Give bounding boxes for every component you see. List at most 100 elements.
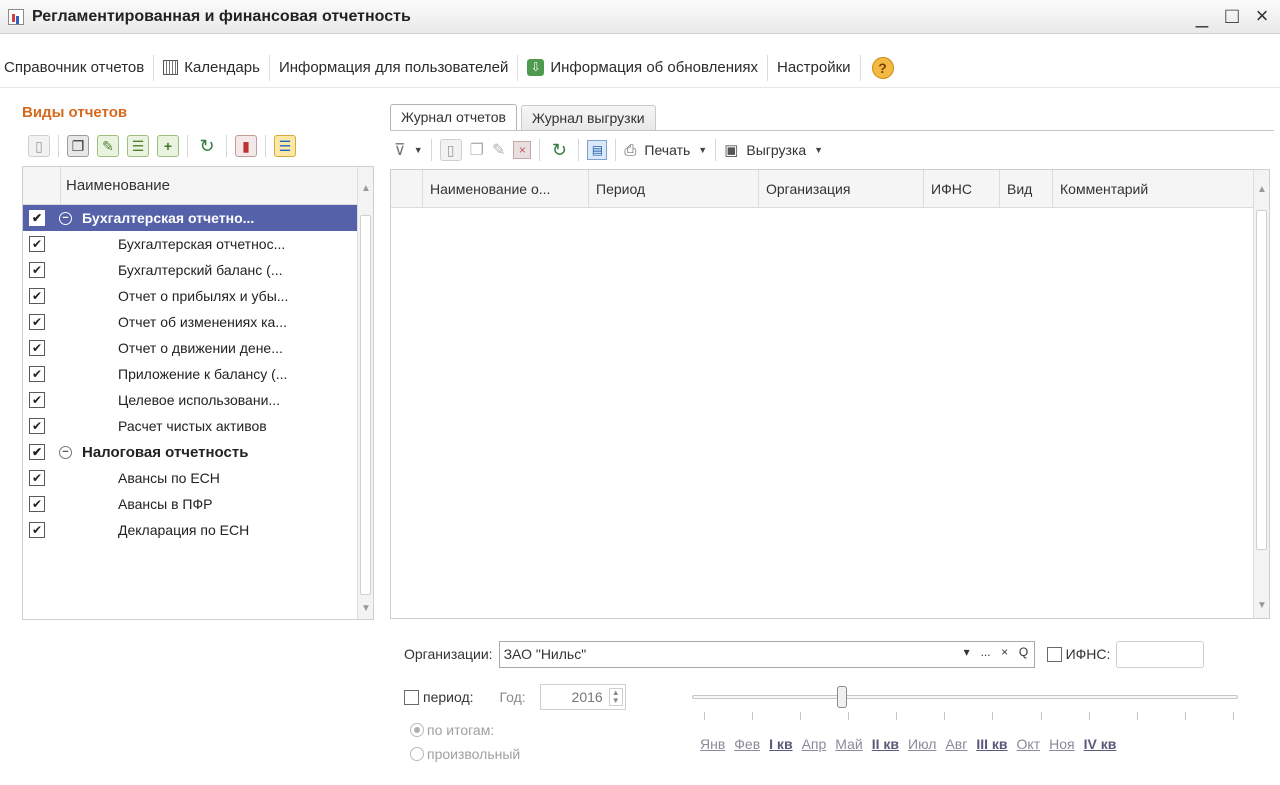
tree-row[interactable]: ✔ Бухгалтерская отчетнос...	[23, 231, 357, 257]
row-checkbox[interactable]: ✔	[29, 366, 45, 382]
delete-report-icon[interactable]: ×	[513, 141, 532, 159]
row-checkbox[interactable]: ✔	[29, 288, 45, 304]
edit-report-icon[interactable]: ✎	[492, 140, 505, 160]
column-header-organization[interactable]: Организация	[759, 170, 924, 207]
year-field[interactable]: 2016 ▲ ▼	[539, 684, 626, 710]
name-column-header[interactable]: Наименование	[61, 177, 170, 194]
quarter-link[interactable]: IV кв	[1084, 736, 1117, 752]
menu-help[interactable]: ?	[861, 55, 903, 81]
row-checkbox[interactable]: ✔	[29, 314, 45, 330]
help-icon[interactable]: ?	[871, 56, 894, 79]
month-link[interactable]: Фев	[734, 736, 760, 752]
show-list-icon[interactable]: ☰	[274, 135, 296, 157]
column-header-comment[interactable]: Комментарий	[1053, 170, 1243, 207]
menu-user-info[interactable]: Информация для пользователей	[270, 54, 519, 81]
dropdown-arrow-icon[interactable]: ▾	[959, 645, 975, 659]
select-ellipsis-button[interactable]: ...	[978, 645, 994, 659]
export-button[interactable]: Выгрузка	[746, 142, 806, 158]
column-header-type[interactable]: Вид	[1000, 170, 1053, 207]
tree-row[interactable]: ✔ Отчет о движении дене...	[23, 335, 357, 361]
row-checkbox[interactable]: ✔	[29, 340, 45, 356]
tab-reports-journal[interactable]: Журнал отчетов	[390, 104, 517, 130]
close-button[interactable]: ×	[1250, 4, 1274, 28]
new-page-icon[interactable]: ▯	[28, 135, 50, 157]
radio-custom[interactable]: произвольный	[410, 742, 520, 766]
row-checkbox[interactable]: ✔	[29, 496, 45, 512]
month-link[interactable]: Май	[835, 736, 862, 752]
period-checkbox[interactable]	[404, 689, 419, 705]
scrollbar-thumb[interactable]	[360, 215, 371, 595]
column-header-name[interactable]: Наименование о...	[423, 170, 589, 207]
radio-totals[interactable]: по итогам:	[410, 718, 520, 742]
tree-row[interactable]: ✔ Авансы по ЕСН	[23, 465, 357, 491]
filter-icon[interactable]: ⊽	[394, 140, 406, 160]
scroll-up-arrow-icon[interactable]: ▲	[1254, 182, 1270, 198]
slider-thumb[interactable]	[837, 686, 847, 708]
tree-list-icon[interactable]: ☰	[127, 135, 149, 157]
scroll-down-arrow-icon[interactable]: ▼	[358, 601, 374, 617]
printer-icon[interactable]: ⎙	[624, 142, 636, 159]
edit-icon[interactable]: ✎	[97, 135, 119, 157]
copy-report-icon[interactable]: ❐	[470, 140, 484, 160]
collapse-icon[interactable]: −	[59, 211, 72, 225]
column-header-period[interactable]: Период	[589, 170, 759, 207]
tree-scrollbar[interactable]: ▲ ▼	[357, 167, 373, 619]
ifns-field[interactable]	[1116, 640, 1205, 668]
export-dropdown-icon[interactable]: ▼	[814, 145, 823, 155]
copy-icon[interactable]: ❐	[67, 135, 89, 157]
tree-row[interactable]: ✔ Авансы в ПФР	[23, 491, 357, 517]
maximize-button[interactable]: □	[1220, 4, 1244, 28]
quarter-link[interactable]: I кв	[769, 736, 792, 752]
scroll-up-arrow-icon[interactable]: ▲	[358, 181, 374, 197]
month-link[interactable]: Окт	[1017, 736, 1041, 752]
ifns-checkbox-box[interactable]	[1046, 646, 1062, 662]
menu-update-info[interactable]: ⇩ Информация об обновлениях	[518, 54, 768, 81]
row-checkbox[interactable]: ✔	[29, 210, 45, 226]
tree-row[interactable]: ✔ Расчет чистых активов	[23, 413, 357, 439]
open-list-icon[interactable]: ▤	[587, 140, 608, 160]
month-link[interactable]: Янв	[700, 736, 725, 752]
row-checkbox[interactable]: ✔	[29, 444, 45, 460]
menu-settings[interactable]: Настройки	[768, 54, 861, 81]
tree-row[interactable]: ✔ Декларация по ЕСН	[23, 517, 357, 543]
month-link[interactable]: Апр	[802, 736, 827, 752]
menu-calendar[interactable]: Календарь	[154, 54, 270, 81]
quarter-link[interactable]: II кв	[872, 736, 899, 752]
month-link[interactable]: Авг	[945, 736, 967, 752]
row-checkbox[interactable]: ✔	[29, 418, 45, 434]
new-report-icon[interactable]: ▯	[439, 139, 462, 161]
collapse-icon[interactable]: −	[59, 445, 72, 459]
tree-row[interactable]: ✔ Отчет об изменениях ка...	[23, 309, 357, 335]
ifns-checkbox[interactable]: ИФНС:	[1046, 646, 1110, 662]
minimize-button[interactable]: _	[1190, 4, 1214, 28]
add-group-icon[interactable]: +	[157, 135, 179, 157]
month-link[interactable]: Июл	[908, 736, 936, 752]
tree-row-accounting-group[interactable]: ✔ − Бухгалтерская отчетно...	[23, 205, 357, 231]
filter-dropdown-icon[interactable]: ▼	[414, 145, 423, 155]
refresh-icon[interactable]: ↻	[196, 135, 218, 157]
row-checkbox[interactable]: ✔	[29, 522, 45, 538]
menu-reports-reference[interactable]: Справочник отчетов	[0, 54, 155, 81]
refresh-journal-icon[interactable]: ↻	[548, 139, 570, 161]
month-link[interactable]: Ноя	[1049, 736, 1074, 752]
scrollbar-thumb[interactable]	[1256, 210, 1267, 550]
year-spinner-icon[interactable]: ▲ ▼	[608, 688, 623, 706]
radio-custom-button[interactable]	[410, 747, 424, 761]
organization-field[interactable]: ЗАО "Нильс" ▾ ... × Q	[498, 640, 1035, 668]
quarter-link[interactable]: III кв	[976, 736, 1007, 752]
clear-icon[interactable]: ×	[997, 645, 1013, 659]
row-checkbox[interactable]: ✔	[29, 236, 45, 252]
search-icon[interactable]: Q	[1016, 645, 1032, 659]
scroll-down-arrow-icon[interactable]: ▼	[1254, 598, 1270, 614]
table-scrollbar[interactable]: ▲ ▼	[1253, 170, 1269, 618]
column-header-ifns[interactable]: ИФНС	[924, 170, 1000, 207]
tree-row[interactable]: ✔ Целевое использовани...	[23, 387, 357, 413]
period-slider[interactable]	[692, 686, 1238, 708]
tree-row[interactable]: ✔ Приложение к балансу (...	[23, 361, 357, 387]
tree-row[interactable]: ✔ Бухгалтерский баланс (...	[23, 257, 357, 283]
export-icon[interactable]: ▣	[724, 141, 738, 159]
tree-row[interactable]: ✔ Отчет о прибылях и убы...	[23, 283, 357, 309]
report-icon[interactable]: ▮	[235, 135, 257, 157]
tab-export-journal[interactable]: Журнал выгрузки	[520, 105, 656, 130]
tree-row-tax-group[interactable]: ✔ − Налоговая отчетность	[23, 439, 357, 465]
